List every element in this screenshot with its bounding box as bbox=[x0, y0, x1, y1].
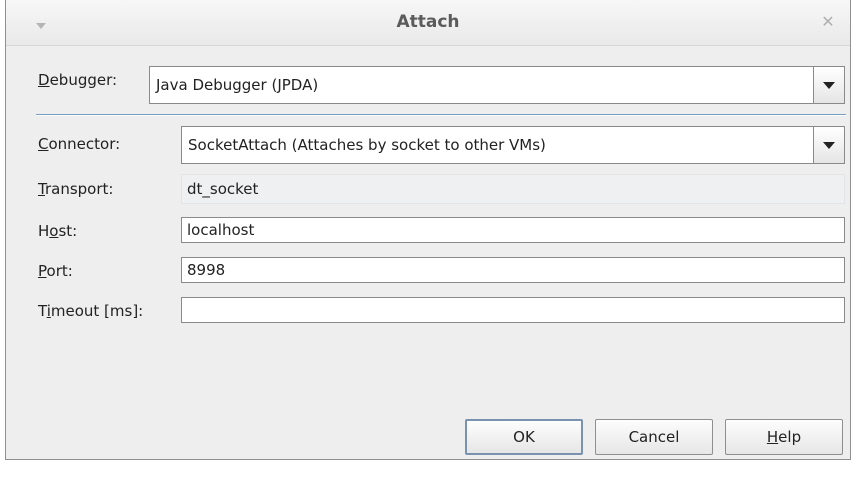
port-field[interactable] bbox=[181, 257, 845, 283]
connector-selected-value: SocketAttach (Attaches by socket to othe… bbox=[188, 136, 546, 154]
host-label: Host: bbox=[38, 222, 78, 240]
host-field[interactable] bbox=[181, 217, 845, 243]
attach-dialog: Attach ✕ Debugger: Java Debugger (JPDA) … bbox=[5, 0, 851, 460]
connector-dropdown-button[interactable] bbox=[813, 127, 844, 163]
transport-label: Transport: bbox=[38, 180, 114, 198]
separator bbox=[36, 114, 846, 116]
debugger-label: Debugger: bbox=[38, 71, 118, 89]
timeout-input[interactable] bbox=[182, 298, 844, 322]
transport-value: dt_socket bbox=[187, 180, 259, 198]
port-input[interactable] bbox=[182, 258, 844, 282]
connector-combobox[interactable]: SocketAttach (Attaches by socket to othe… bbox=[181, 126, 845, 164]
close-icon[interactable]: ✕ bbox=[816, 10, 840, 34]
title-bar: Attach ✕ bbox=[6, 0, 850, 46]
ok-button[interactable]: OK bbox=[465, 419, 583, 455]
debugger-combobox[interactable]: Java Debugger (JPDA) bbox=[149, 66, 845, 104]
help-button[interactable]: Help bbox=[725, 419, 843, 455]
dialog-title: Attach bbox=[396, 12, 460, 32]
dropdown-arrow-icon bbox=[823, 82, 835, 89]
debugger-dropdown-button[interactable] bbox=[813, 67, 844, 103]
connector-label: Connector: bbox=[38, 135, 121, 153]
timeout-label: Timeout [ms]: bbox=[38, 302, 144, 320]
host-input[interactable] bbox=[182, 218, 844, 242]
dropdown-arrow-icon bbox=[823, 142, 835, 149]
cancel-button[interactable]: Cancel bbox=[595, 419, 713, 455]
debugger-selected-value: Java Debugger (JPDA) bbox=[156, 76, 319, 94]
port-label: Port: bbox=[38, 262, 73, 280]
timeout-field[interactable] bbox=[181, 297, 845, 323]
transport-field: dt_socket bbox=[181, 174, 845, 204]
